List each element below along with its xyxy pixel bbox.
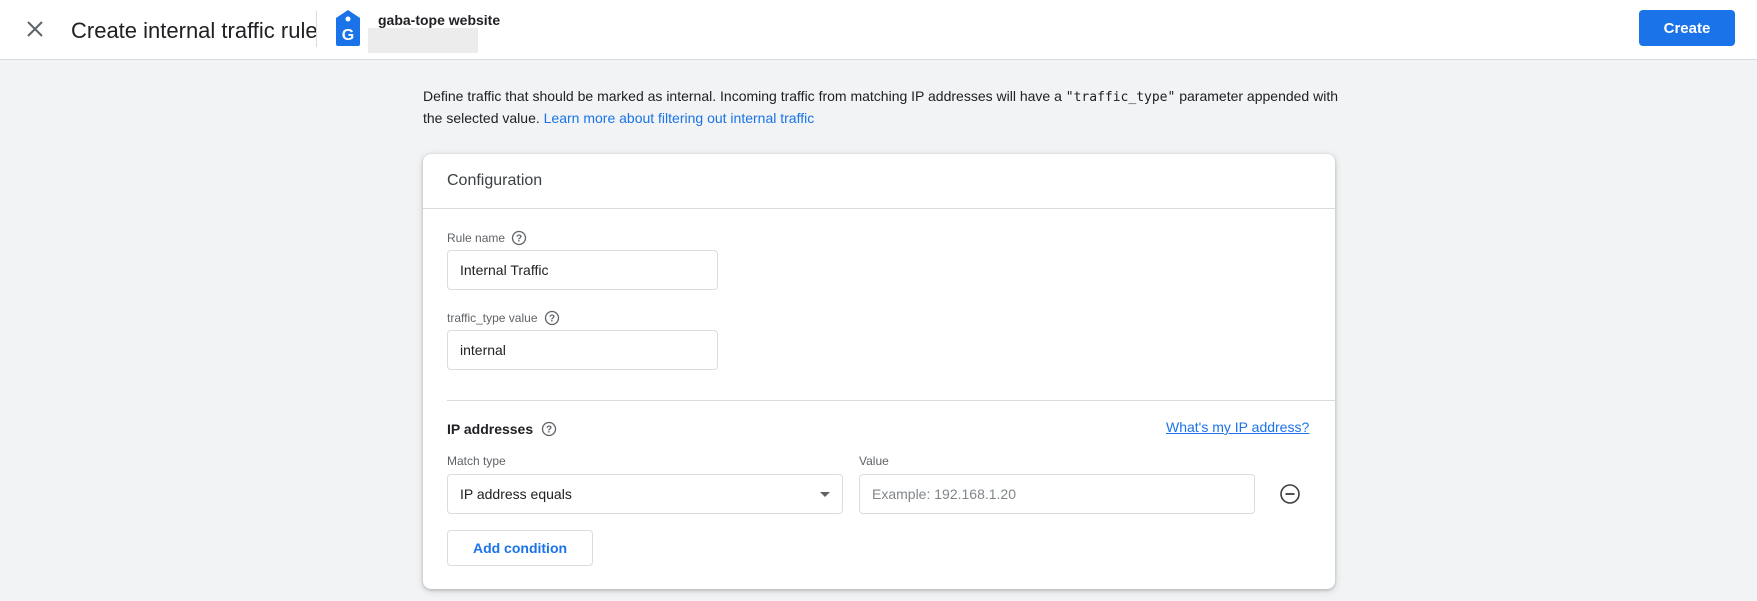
learn-more-link[interactable]: Learn more about filtering out internal … — [544, 110, 815, 126]
create-button[interactable]: Create — [1639, 10, 1735, 46]
property-subtitle-placeholder — [368, 28, 478, 53]
close-icon — [27, 21, 43, 37]
help-icon[interactable]: ? — [511, 230, 527, 246]
section-divider — [447, 400, 1335, 401]
caret-down-icon — [820, 491, 830, 497]
add-condition-button[interactable]: Add condition — [447, 530, 593, 566]
intro-code: "traffic_type" — [1065, 90, 1176, 105]
help-icon[interactable]: ? — [544, 310, 560, 326]
help-icon[interactable]: ? — [541, 421, 557, 437]
intro-description: Define traffic that should be marked as … — [423, 86, 1343, 128]
rule-name-input[interactable] — [447, 250, 718, 290]
ip-value-input[interactable] — [859, 474, 1255, 514]
ip-addresses-title-text: IP addresses — [447, 421, 534, 437]
svg-text:?: ? — [546, 425, 552, 436]
intro-text-before: Define traffic that should be marked as … — [423, 88, 1066, 104]
configuration-card: Configuration Rule name ? traffic_type v… — [423, 154, 1335, 589]
rule-name-label-text: Rule name — [447, 231, 506, 245]
card-title: Configuration — [447, 172, 543, 189]
svg-text:G: G — [342, 27, 354, 44]
match-type-value: IP address equals — [460, 486, 572, 502]
svg-text:?: ? — [516, 234, 522, 245]
traffic-type-label: traffic_type value ? — [447, 310, 560, 326]
property-name: gaba-tope website — [378, 12, 501, 28]
page-title: Create internal traffic rule — [71, 18, 318, 43]
svg-text:?: ? — [548, 314, 554, 325]
remove-circle-icon[interactable] — [1279, 483, 1301, 505]
header-divider — [316, 11, 317, 47]
card-header: Configuration — [423, 154, 1335, 209]
traffic-type-input[interactable] — [447, 330, 718, 370]
close-button[interactable] — [20, 14, 50, 44]
value-label: Value — [859, 454, 889, 468]
match-type-select[interactable]: IP address equals — [447, 474, 843, 514]
top-bar: Create internal traffic rule G gaba-tope… — [0, 0, 1757, 60]
match-type-label: Match type — [447, 454, 506, 468]
ip-addresses-title: IP addresses ? — [447, 421, 557, 437]
whats-my-ip-link[interactable]: What's my IP address? — [1166, 419, 1309, 435]
analytics-property-icon: G — [336, 10, 360, 46]
traffic-type-label-text: traffic_type value — [447, 311, 538, 325]
rule-name-label: Rule name ? — [447, 230, 527, 246]
